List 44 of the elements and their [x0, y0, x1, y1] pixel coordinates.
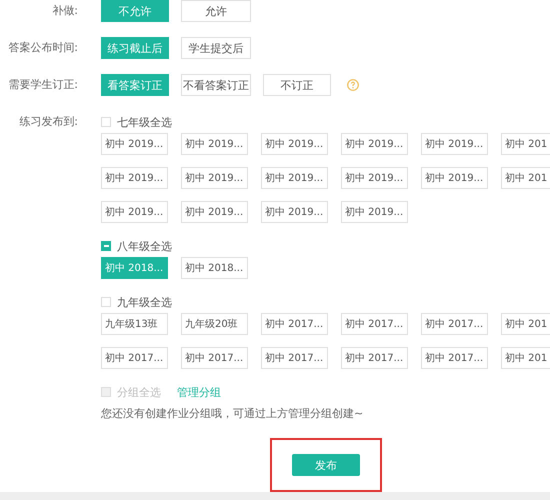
class-chip[interactable]: 初中 2017...: [421, 347, 488, 369]
class-chip[interactable]: 初中 2019...: [101, 133, 168, 155]
class-chip[interactable]: 初中 2019...: [421, 133, 488, 155]
class-chip[interactable]: 初中 2017...: [181, 347, 248, 369]
class-chip[interactable]: 初中 2019...: [341, 201, 408, 223]
option-button[interactable]: 不看答案订正: [181, 74, 251, 96]
field-label: 补做:: [51, 3, 78, 19]
field-label: 答案公布时间:: [7, 40, 78, 56]
option-button[interactable]: 不订正: [263, 74, 331, 96]
class-chip[interactable]: 初中 2017...: [101, 347, 168, 369]
option-button[interactable]: 允许: [181, 0, 251, 22]
field-label: 需要学生订正:: [7, 77, 78, 93]
help-icon[interactable]: [347, 79, 359, 91]
hint-text: 您还没有创建作业分组哦，可通过上方管理分组创建~: [101, 406, 364, 422]
checkbox-label: 分组全选: [117, 384, 161, 400]
class-chip[interactable]: 初中 2017...: [341, 347, 408, 369]
class-chip[interactable]: 初中 2019...: [181, 201, 248, 223]
checkbox-label: 九年级全选: [117, 294, 172, 310]
class-chip[interactable]: 初中 201: [501, 167, 550, 189]
class-chip[interactable]: 初中 2018...: [181, 257, 248, 279]
class-chip[interactable]: 初中 2019...: [101, 167, 168, 189]
option-button[interactable]: 学生提交后: [181, 37, 251, 59]
class-chip[interactable]: 初中 201: [501, 347, 550, 369]
checkbox-label: 七年级全选: [117, 114, 172, 130]
class-chip[interactable]: 九年级13班: [101, 313, 168, 335]
class-chip[interactable]: 初中 201: [501, 313, 550, 335]
field-label: 练习发布到:: [18, 114, 78, 130]
class-chip[interactable]: 初中 2019...: [341, 133, 408, 155]
class-chip[interactable]: 初中 2019...: [261, 167, 328, 189]
checkbox[interactable]: [101, 241, 111, 251]
class-chip[interactable]: 初中 2019...: [341, 167, 408, 189]
class-chip[interactable]: 初中 2017...: [421, 313, 488, 335]
class-chip[interactable]: 九年级20班: [181, 313, 248, 335]
class-chip[interactable]: 初中 2019...: [101, 201, 168, 223]
class-chip[interactable]: 初中 2019...: [421, 167, 488, 189]
class-chip[interactable]: 初中 2017...: [261, 313, 328, 335]
class-chip[interactable]: 初中 2019...: [261, 201, 328, 223]
class-chip[interactable]: 初中 2019...: [181, 167, 248, 189]
class-chip[interactable]: 初中 2017...: [341, 313, 408, 335]
class-chip[interactable]: 初中 2019...: [181, 133, 248, 155]
checkbox-label: 八年级全选: [117, 238, 172, 254]
class-chip[interactable]: 初中 2019...: [261, 133, 328, 155]
class-chip[interactable]: 初中 2017...: [261, 347, 328, 369]
class-chip[interactable]: 初中 201: [501, 133, 550, 155]
